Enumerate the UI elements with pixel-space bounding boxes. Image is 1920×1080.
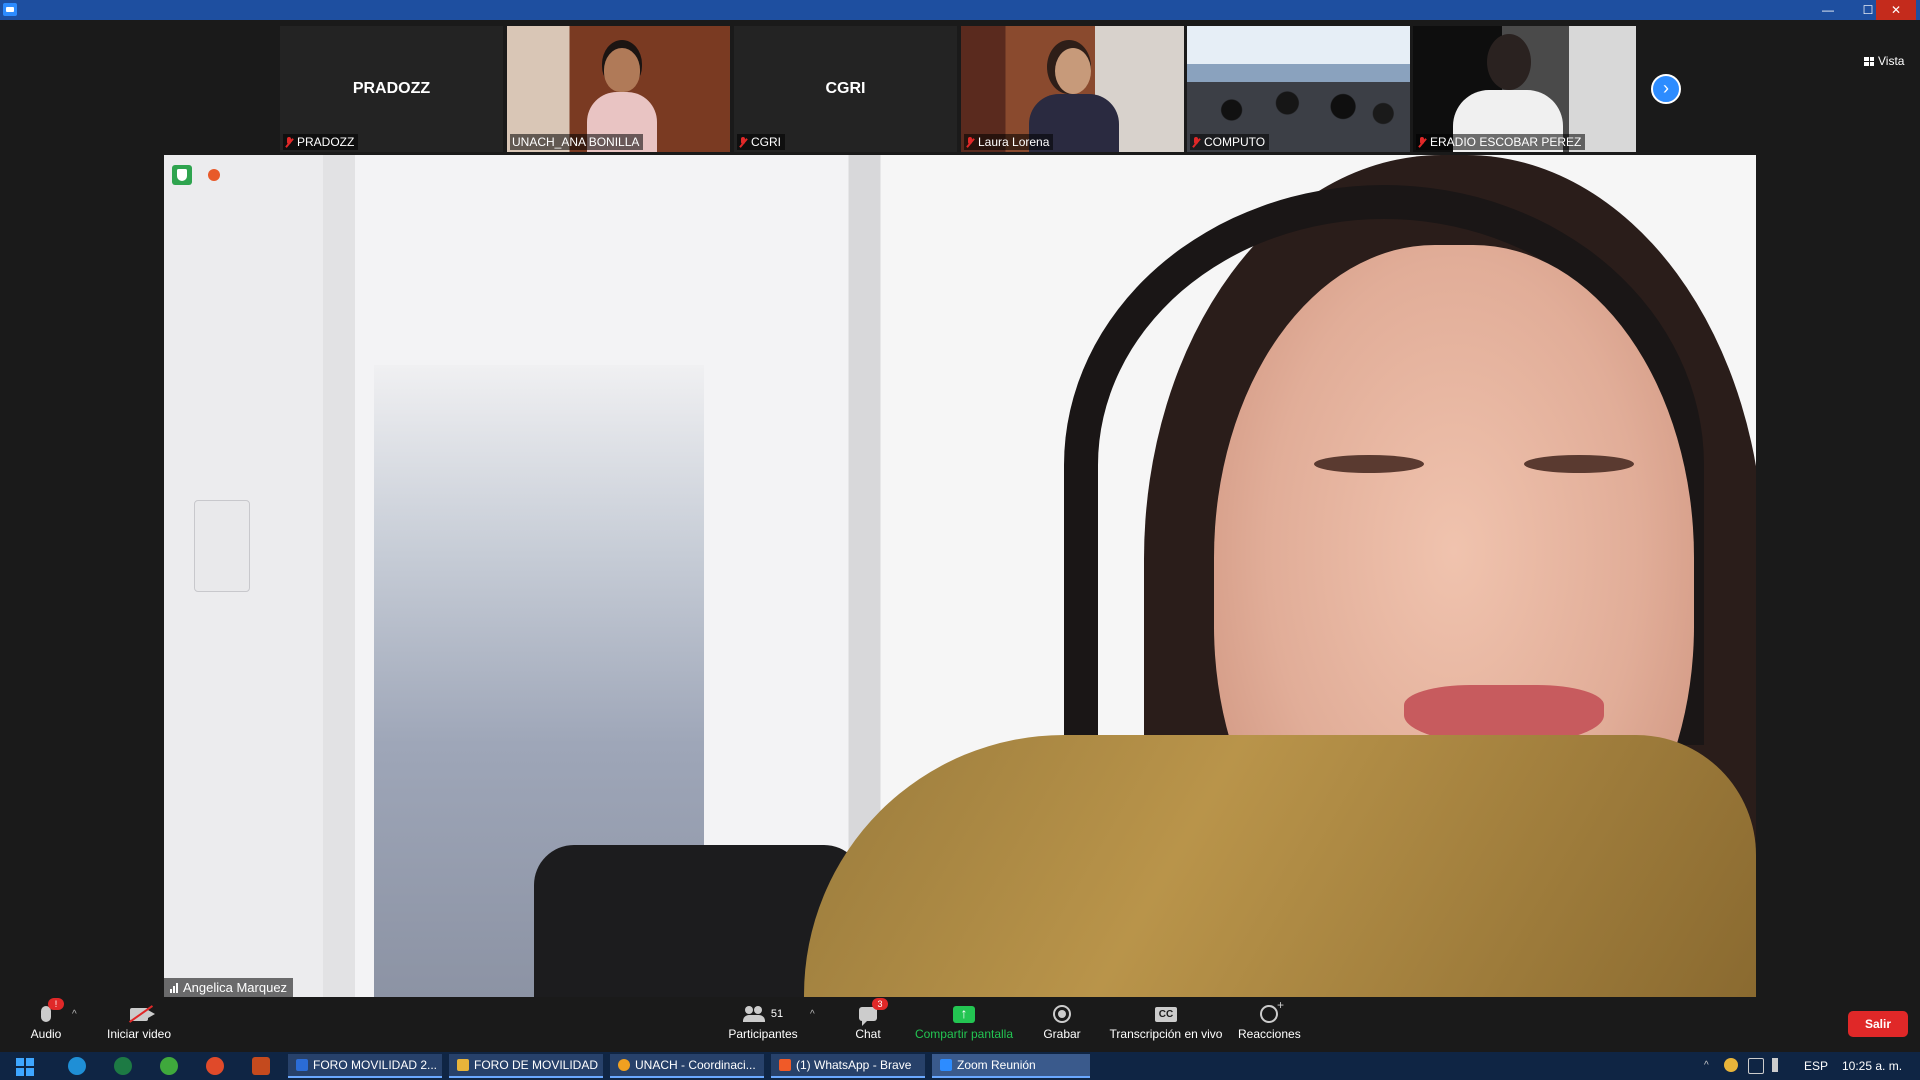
input-language[interactable]: ESP [1804,1052,1828,1080]
windows-taskbar: FORO MOVILIDAD 2... FORO DE MOVILIDAD UN… [0,1052,1920,1080]
audio-alert-badge: ! [48,998,64,1010]
taskbar-window-button[interactable]: (1) WhatsApp - Brave [771,1054,925,1078]
record-button[interactable]: Grabar [1040,1001,1084,1049]
participant-name: PRADOZZ [352,80,431,97]
participants-icon [742,1006,765,1022]
brave-icon [779,1059,791,1071]
meeting-toolbar: ! Audio ^ Iniciar video 51 Participantes… [0,997,1920,1052]
start-video-button[interactable]: Iniciar video [100,1001,178,1049]
participant-tile[interactable]: UNACH_ANA BONILLA [507,26,730,152]
chrome-icon[interactable] [160,1057,178,1075]
powerpoint-icon[interactable] [252,1057,270,1075]
participant-strip: PRADOZZ PRADOZZ UNACH_ANA BONILLA CGRI C… [0,20,1920,155]
participant-label: Laura Lorena [964,134,1054,150]
windows-start-icon[interactable] [16,1058,34,1076]
participant-tile[interactable]: PRADOZZ PRADOZZ [280,26,503,152]
recording-indicator-icon [208,169,220,181]
next-page-arrow-icon[interactable]: › [1651,74,1681,104]
participant-tile[interactable]: Laura Lorena [961,26,1184,152]
closed-caption-icon: CC [1155,1006,1177,1022]
edge-browser-icon[interactable] [68,1057,86,1075]
participant-tile[interactable]: COMPUTO [1187,26,1410,152]
share-screen-icon [953,1005,975,1023]
participant-label: PRADOZZ [283,134,359,150]
speaker-eye [1314,455,1424,473]
participant-tile[interactable]: CGRI CGRI [734,26,957,152]
brave-icon[interactable] [206,1057,224,1075]
mic-muted-icon [1418,136,1426,148]
participant-label: ERADIO ESCOBAR PEREZ [1416,134,1586,150]
share-screen-button[interactable]: Compartir pantalla [912,1001,1016,1049]
chat-button[interactable]: 3 Chat [848,998,888,1049]
mic-muted-icon [966,136,974,148]
taskbar-window-button[interactable]: FORO MOVILIDAD 2... [288,1054,442,1078]
active-speaker-video: Angelica Marquez [164,155,1756,997]
encryption-shield-icon[interactable] [172,165,192,185]
zoom-icon [940,1059,952,1071]
speaker-eye [1524,455,1634,473]
system-clock[interactable]: 10:25 a. m. [1842,1052,1902,1080]
participant-label: CGRI [737,134,785,150]
minimize-button[interactable]: — [1808,0,1848,20]
volume-icon[interactable] [1772,1058,1792,1072]
chat-unread-badge: 3 [872,998,888,1010]
taskbar-window-button[interactable]: UNACH - Coordinaci... [610,1054,764,1078]
leave-meeting-button[interactable]: Salir [1848,1011,1908,1037]
chrome-icon [618,1059,630,1071]
view-button[interactable]: Vista [1864,54,1904,68]
network-icon[interactable] [1748,1058,1764,1074]
taskbar-window-button[interactable]: Zoom Reunión [932,1054,1090,1078]
signal-strength-icon [170,982,178,993]
participant-label: COMPUTO [1190,134,1270,150]
live-transcription-button[interactable]: CC Transcripción en vivo [1108,1001,1224,1049]
taskbar-window-button[interactable]: FORO DE MOVILIDAD [449,1054,603,1078]
participant-label: UNACH_ANA BONILLA [510,134,644,150]
window-title-bar: — ☐ ✕ [0,0,1920,20]
tray-app-icon[interactable] [1724,1058,1738,1072]
word-icon [296,1059,308,1071]
light-switch [194,500,250,592]
reaction-smiley-icon [1260,998,1284,1023]
audio-options-caret[interactable]: ^ [72,1009,77,1020]
record-icon [1053,1005,1071,1023]
participants-button[interactable]: 51 Participantes [722,1001,804,1049]
zoom-app-icon [3,3,17,16]
participants-count: 51 [770,1008,784,1020]
speaker-jacket [804,735,1756,997]
grid-view-icon [1864,56,1874,66]
participant-name: CGRI [825,80,866,97]
participant-tile[interactable]: ERADIO ESCOBAR PEREZ [1413,26,1636,152]
mic-muted-icon [285,136,293,148]
participants-options-caret[interactable]: ^ [810,1009,815,1020]
mic-muted-icon [1192,136,1200,148]
reactions-button[interactable]: Reacciones [1238,998,1301,1049]
tray-overflow-caret[interactable]: ^ [1704,1052,1709,1080]
excel-icon[interactable] [114,1057,132,1075]
mic-muted-icon [739,136,747,148]
close-window-button[interactable]: ✕ [1876,0,1916,20]
folder-icon [457,1059,469,1071]
audio-button[interactable]: ! Audio [20,998,72,1049]
speaker-name-label: Angelica Marquez [164,978,294,997]
camera-off-icon [130,1007,155,1021]
